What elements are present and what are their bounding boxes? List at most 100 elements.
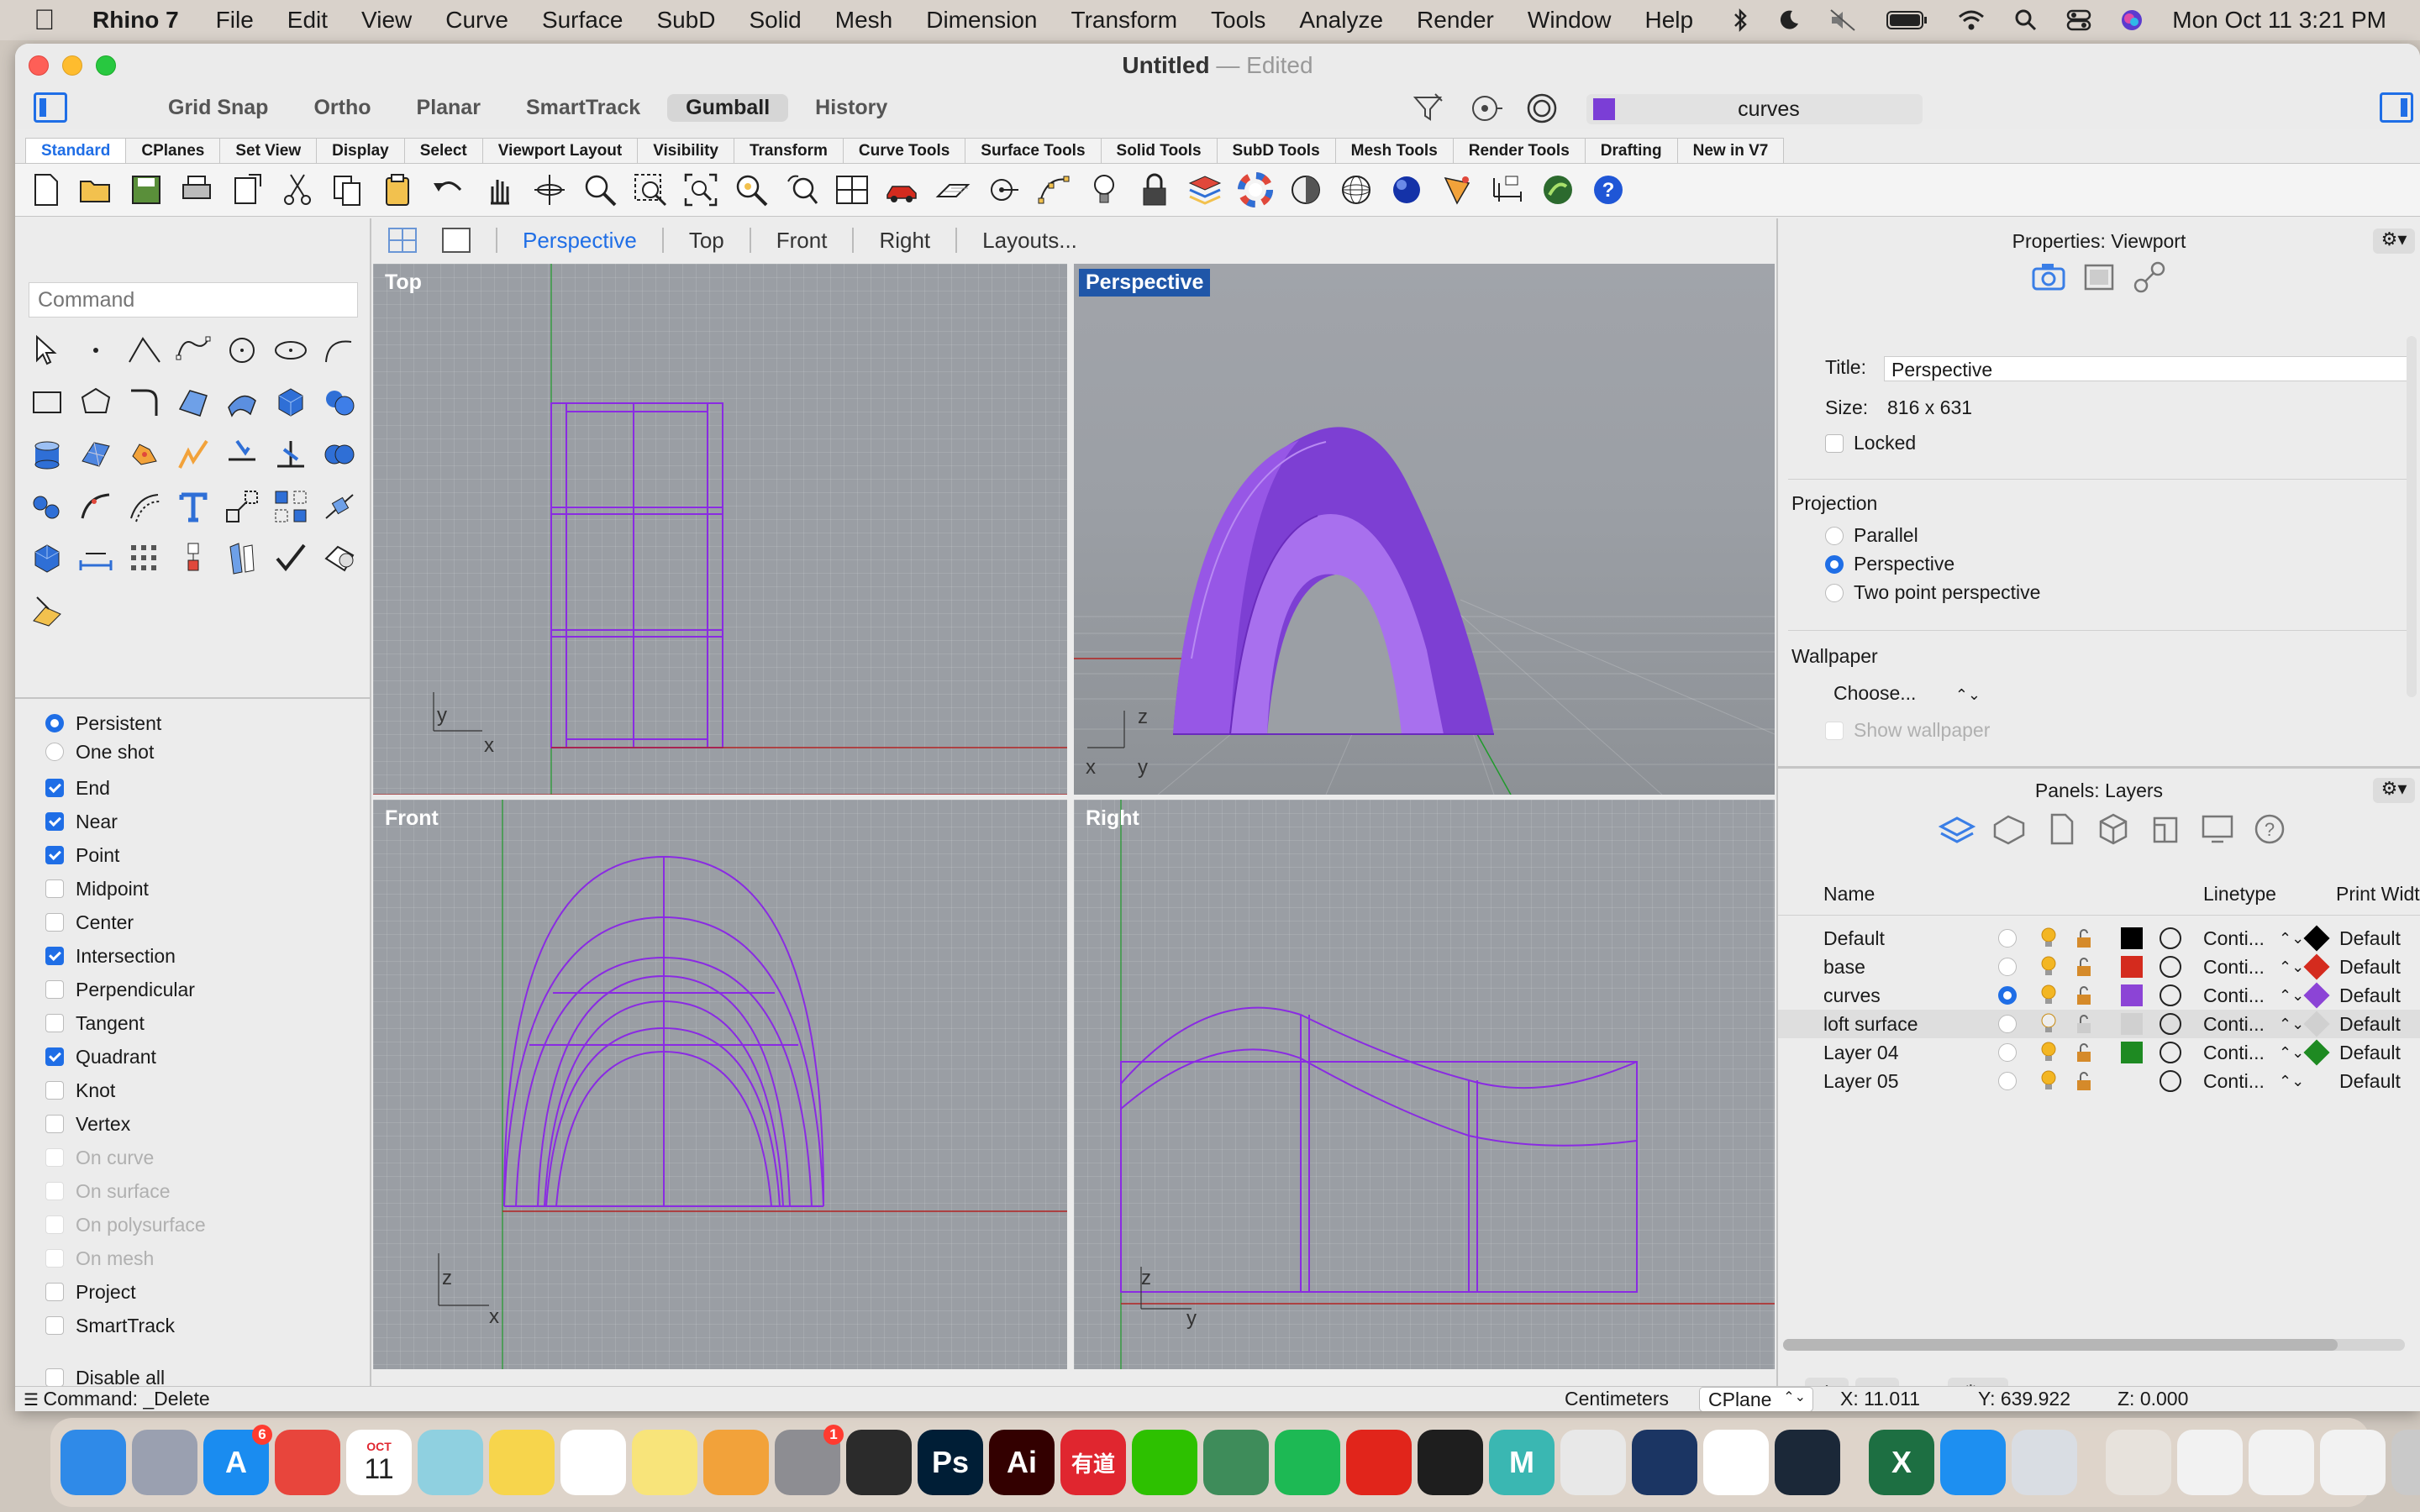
print-color-diamond-icon[interactable] [2303, 982, 2330, 1009]
export-icon[interactable] [225, 168, 269, 212]
osnap-checkbox[interactable] [45, 913, 64, 932]
layer-linetype[interactable]: Conti... [2203, 927, 2265, 950]
print-icon[interactable] [175, 168, 218, 212]
layer-visible-bulb-icon[interactable] [2039, 1012, 2059, 1036]
print-color-diamond-icon[interactable] [2303, 1039, 2330, 1066]
layer-lock-icon[interactable] [2074, 927, 2094, 949]
disable-all-checkbox[interactable] [45, 1368, 64, 1387]
layer-color-swatch[interactable] [2121, 956, 2143, 978]
osnap-checkbox[interactable] [45, 779, 64, 797]
dock-safari-icon[interactable] [1940, 1430, 2006, 1495]
osnap-target-icon[interactable] [1467, 91, 1502, 126]
menu-mesh[interactable]: Mesh [835, 7, 892, 34]
column-linetype[interactable]: Linetype [2203, 883, 2276, 906]
layer-color-swatch[interactable] [2121, 1042, 2143, 1063]
layer-linetype[interactable]: Conti... [2203, 984, 2265, 1007]
curve-control-points-icon[interactable] [170, 328, 217, 373]
viewport-label-front[interactable]: Front [378, 805, 445, 832]
osnap-icon[interactable] [981, 168, 1025, 212]
menu-file[interactable]: File [216, 7, 254, 34]
current-layer-selector[interactable]: curves [1586, 94, 1923, 124]
zoom-window-icon[interactable] [629, 168, 672, 212]
layer-print-width[interactable]: Default [2339, 956, 2401, 979]
viewport-tab-right[interactable]: Right [879, 228, 930, 254]
menu-curve[interactable]: Curve [445, 7, 508, 34]
dock-downloads-stack-icon[interactable] [2106, 1430, 2171, 1495]
layer-name[interactable]: Default [1823, 927, 1885, 950]
layer-row[interactable]: Layer 04 Conti... ⌃⌄ Default [1778, 1038, 2420, 1067]
osnap-knot[interactable]: Knot [45, 1074, 206, 1107]
tab-curve-tools[interactable]: Curve Tools [842, 138, 966, 163]
layer-print-width[interactable]: Default [2339, 1070, 2401, 1093]
viewport-label-top[interactable]: Top [378, 269, 429, 297]
layer-lock-icon[interactable] [2074, 1042, 2094, 1063]
shaded-sphere-icon[interactable] [1284, 168, 1328, 212]
projection-two-point-perspective[interactable]: Two point perspective [1825, 581, 2040, 604]
layer-row[interactable]: curves Conti... ⌃⌄ Default [1778, 981, 2420, 1010]
cplane-icon[interactable] [931, 168, 975, 212]
linetype-chevron-icon[interactable]: ⌃⌄ [2279, 1044, 2304, 1062]
dimension-icon[interactable] [1486, 168, 1529, 212]
fillet-curves-icon[interactable] [121, 380, 168, 425]
wallpaper-choose-dropdown[interactable]: Choose... ⌃⌄ [1833, 682, 1981, 705]
layer-name[interactable]: base [1823, 956, 1865, 979]
cplane-selector[interactable]: CPlane ⌃⌄ [1699, 1387, 1813, 1411]
lock-icon[interactable] [1133, 168, 1176, 212]
layer-current-radio[interactable] [1998, 986, 2017, 1005]
app-menu[interactable]: Rhino 7 [92, 7, 179, 34]
tab-new-in-v7[interactable]: New in V7 [1676, 138, 1785, 163]
osnap-smarttrack[interactable]: SmartTrack [45, 1309, 206, 1342]
osnap-checkbox[interactable] [45, 1316, 64, 1335]
layer-print-width[interactable]: Default [2339, 1013, 2401, 1036]
group-icon[interactable] [24, 484, 71, 529]
check-icon[interactable] [267, 536, 314, 581]
osnap-project[interactable]: Project [45, 1275, 206, 1309]
layer-visible-bulb-icon[interactable] [2039, 984, 2059, 1007]
dock-steam-icon[interactable] [1775, 1430, 1840, 1495]
dock-stickies-icon[interactable] [632, 1430, 697, 1495]
linked-objects-tab-icon[interactable] [2131, 259, 2168, 296]
select-arrow-icon[interactable] [24, 328, 71, 373]
dock-cinema4d-icon[interactable] [1632, 1430, 1697, 1495]
dock-grasshopper-icon[interactable] [1203, 1430, 1269, 1495]
menu-help[interactable]: Help [1644, 7, 1693, 34]
points-on-icon[interactable] [1032, 168, 1076, 212]
extrude-surface-icon[interactable] [218, 380, 266, 425]
dock-netease-music-icon[interactable] [1346, 1430, 1412, 1495]
zoom-extents-icon[interactable] [679, 168, 723, 212]
menu-tools[interactable]: Tools [1211, 7, 1265, 34]
osnap-checkbox[interactable] [45, 1014, 64, 1032]
osnap-checkbox[interactable] [45, 1115, 64, 1133]
menu-transform[interactable]: Transform [1071, 7, 1178, 34]
tab-subd-tools[interactable]: SubD Tools [1216, 138, 1336, 163]
help-icon[interactable]: ? [1586, 168, 1630, 212]
rendered-sphere-icon[interactable] [1385, 168, 1428, 212]
properties-scrollbar[interactable] [2407, 336, 2417, 697]
tab-cplanes[interactable]: CPlanes [125, 138, 221, 163]
polygon-icon[interactable] [72, 380, 119, 425]
osnap-mode-radio[interactable] [45, 743, 64, 761]
layers-tab-icon[interactable] [1938, 810, 1976, 848]
viewport-tab-layouts[interactable]: Layouts... [982, 228, 1077, 254]
light-icon[interactable] [1082, 168, 1126, 212]
layer-color-swatch[interactable] [2121, 927, 2143, 949]
osnap-mode-persistent[interactable]: Persistent [45, 709, 206, 738]
layer-linetype[interactable]: Conti... [2203, 956, 2265, 979]
layer-print-width[interactable]: Default [2339, 984, 2401, 1007]
record-history-icon[interactable] [1524, 91, 1560, 126]
sphere-icon[interactable] [316, 380, 363, 425]
osnap-intersection[interactable]: Intersection [45, 939, 206, 973]
projection-radio[interactable] [1825, 583, 1844, 602]
menu-surface[interactable]: Surface [542, 7, 623, 34]
right-sidebar-toggle-icon[interactable] [2380, 92, 2413, 123]
siri-icon[interactable] [2120, 8, 2144, 32]
left-sidebar-toggle-icon[interactable] [34, 92, 67, 123]
panel-splitter[interactable] [1778, 766, 2420, 769]
menu-edit[interactable]: Edit [287, 7, 328, 34]
dock-spotify-icon[interactable] [1275, 1430, 1340, 1495]
linetype-chevron-icon[interactable]: ⌃⌄ [2279, 987, 2304, 1005]
toggle-history[interactable]: History [797, 94, 906, 122]
dock-document-stack-1-icon[interactable] [2177, 1430, 2243, 1495]
layer-lock-icon[interactable] [2074, 984, 2094, 1006]
text-icon[interactable] [170, 484, 217, 529]
